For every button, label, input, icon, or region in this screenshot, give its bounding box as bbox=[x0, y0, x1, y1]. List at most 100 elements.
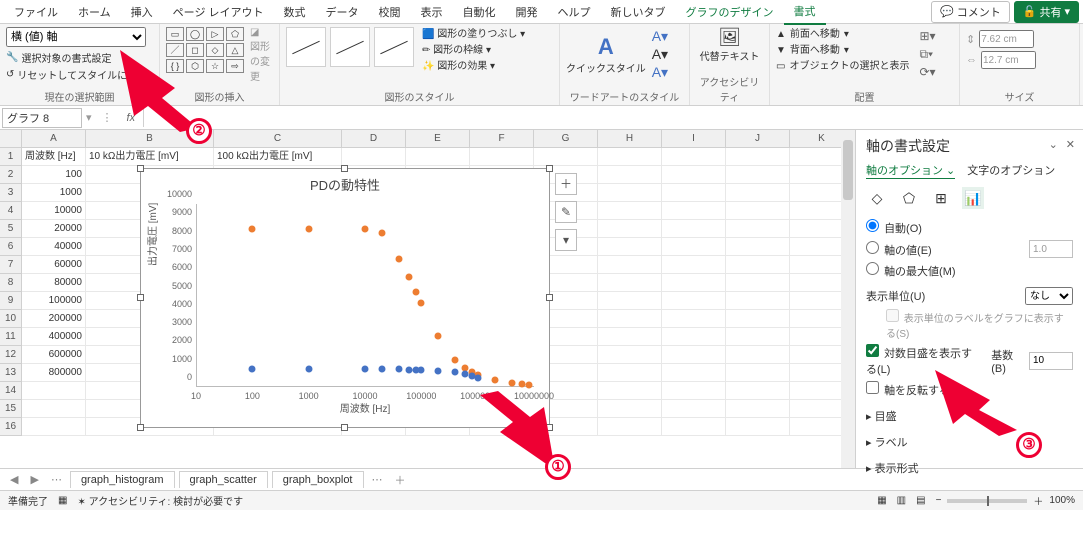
row-header[interactable]: 4 bbox=[0, 202, 22, 220]
row-header[interactable]: 8 bbox=[0, 274, 22, 292]
cell[interactable] bbox=[662, 292, 726, 310]
col-G[interactable]: G bbox=[534, 130, 598, 147]
cell[interactable] bbox=[598, 238, 662, 256]
cell[interactable] bbox=[22, 382, 86, 400]
data-point[interactable] bbox=[452, 356, 459, 363]
cell[interactable] bbox=[662, 400, 726, 418]
cell[interactable] bbox=[726, 256, 790, 274]
fx-icon[interactable]: fx bbox=[119, 112, 144, 124]
cell[interactable]: 100 kΩ出力電圧 [mV] bbox=[214, 148, 342, 166]
wa-effect-button[interactable]: A▾ bbox=[652, 63, 668, 81]
tab-format[interactable]: 書式 bbox=[784, 0, 826, 25]
tab-help[interactable]: ヘルプ bbox=[548, 0, 601, 24]
data-point[interactable] bbox=[508, 380, 515, 387]
cell[interactable] bbox=[598, 256, 662, 274]
reset-style-button[interactable]: ↺ リセットしてスタイルに合 bbox=[6, 66, 153, 83]
change-shape-button[interactable]: ◪図形の変更 bbox=[250, 27, 273, 83]
data-point[interactable] bbox=[474, 374, 481, 381]
cell[interactable] bbox=[534, 148, 598, 166]
cell[interactable]: 20000 bbox=[22, 220, 86, 238]
resize-handle[interactable] bbox=[341, 424, 348, 431]
cell[interactable] bbox=[726, 148, 790, 166]
cell[interactable] bbox=[662, 328, 726, 346]
tab-file[interactable]: ファイル bbox=[4, 0, 68, 24]
sheet-nav-more[interactable]: ⋯ bbox=[47, 473, 66, 486]
sheet-tab-more[interactable]: ⋯ bbox=[368, 473, 387, 486]
cell[interactable] bbox=[726, 418, 790, 436]
resize-handle[interactable] bbox=[546, 294, 553, 301]
row-header[interactable]: 16 bbox=[0, 418, 22, 436]
col-A[interactable]: A bbox=[22, 130, 86, 147]
sheet-add[interactable]: ＋ bbox=[391, 472, 410, 488]
status-macro-icon[interactable]: ▦ bbox=[58, 495, 67, 506]
data-point[interactable] bbox=[525, 381, 532, 388]
data-point[interactable] bbox=[395, 255, 402, 262]
select-all[interactable] bbox=[0, 130, 22, 147]
chart-filter-button[interactable]: ▾ bbox=[555, 229, 577, 251]
cell[interactable] bbox=[598, 184, 662, 202]
row-header[interactable]: 11 bbox=[0, 328, 22, 346]
alt-text-button[interactable]: 🖼 代替テキスト bbox=[696, 27, 763, 63]
base-input[interactable] bbox=[1029, 352, 1073, 370]
cell[interactable] bbox=[726, 202, 790, 220]
resize-handle[interactable] bbox=[546, 165, 553, 172]
shape-style-gallery[interactable] bbox=[286, 27, 414, 75]
shape-border-button[interactable]: ✏ 図形の枠線 ▾ bbox=[422, 43, 525, 59]
display-unit-select[interactable]: なし bbox=[1025, 287, 1073, 305]
col-C[interactable]: C bbox=[214, 130, 342, 147]
quick-style-button[interactable]: A クイックスタイル bbox=[566, 34, 646, 75]
cell[interactable] bbox=[726, 238, 790, 256]
cell[interactable] bbox=[662, 184, 726, 202]
sheet-tab[interactable]: graph_scatter bbox=[179, 471, 268, 488]
cell[interactable] bbox=[726, 328, 790, 346]
check-unitlabel[interactable]: 表示単位のラベルをグラフに表示する(S) bbox=[886, 309, 1073, 340]
tab-auto[interactable]: 自動化 bbox=[453, 0, 506, 24]
cell[interactable] bbox=[22, 418, 86, 436]
comments-button[interactable]: 💬 コメント bbox=[931, 1, 1010, 23]
pane-dropdown[interactable]: ⌄ bbox=[1049, 138, 1058, 151]
cell[interactable] bbox=[726, 364, 790, 382]
cell[interactable] bbox=[406, 148, 470, 166]
col-E[interactable]: E bbox=[406, 130, 470, 147]
data-point[interactable] bbox=[462, 371, 469, 378]
wa-fill-button[interactable]: A▾ bbox=[652, 27, 668, 45]
row-header[interactable]: 13 bbox=[0, 364, 22, 382]
cell[interactable]: 1000 bbox=[22, 184, 86, 202]
resize-handle[interactable] bbox=[137, 165, 144, 172]
row-header[interactable]: 6 bbox=[0, 238, 22, 256]
cell[interactable] bbox=[662, 364, 726, 382]
status-accessibility[interactable]: ✶ アクセシビリティ: 検討が必要です bbox=[77, 493, 243, 508]
pane-icon-fill[interactable]: ◇ bbox=[866, 187, 888, 209]
cell[interactable] bbox=[726, 220, 790, 238]
cell[interactable] bbox=[726, 184, 790, 202]
formula-input[interactable] bbox=[143, 108, 1081, 127]
cell[interactable]: 60000 bbox=[22, 256, 86, 274]
sec-tickmarks[interactable]: ▸ 目盛 bbox=[866, 408, 1073, 424]
col-D[interactable]: D bbox=[342, 130, 406, 147]
wa-outline-button[interactable]: A▾ bbox=[652, 45, 668, 63]
tab-data[interactable]: データ bbox=[316, 0, 369, 24]
chart-elements-button[interactable]: ＋ bbox=[555, 173, 577, 195]
cell[interactable] bbox=[662, 238, 726, 256]
align-button[interactable]: ⊞▾ bbox=[919, 27, 935, 45]
data-point[interactable] bbox=[249, 225, 256, 232]
tab-dev[interactable]: 開発 bbox=[506, 0, 548, 24]
selection-dropdown[interactable]: 横 (値) 軸 bbox=[6, 27, 146, 47]
tab-view[interactable]: 表示 bbox=[411, 0, 453, 24]
row-header[interactable]: 12 bbox=[0, 346, 22, 364]
data-point[interactable] bbox=[362, 366, 369, 373]
height-input[interactable] bbox=[979, 30, 1034, 48]
radio-axisvalue[interactable]: 軸の値(E) bbox=[866, 241, 932, 258]
pane-icon-effects[interactable]: ⬠ bbox=[898, 187, 920, 209]
cell[interactable] bbox=[598, 310, 662, 328]
rotate-button[interactable]: ⟳▾ bbox=[919, 63, 935, 81]
cell[interactable]: 40000 bbox=[22, 238, 86, 256]
data-point[interactable] bbox=[362, 225, 369, 232]
data-point[interactable] bbox=[412, 288, 419, 295]
col-H[interactable]: H bbox=[598, 130, 662, 147]
cell[interactable] bbox=[662, 382, 726, 400]
view-normal[interactable]: ▦ bbox=[877, 495, 886, 506]
sheet-tab[interactable]: graph_boxplot bbox=[272, 471, 364, 488]
tab-chartdesign[interactable]: グラフのデザイン bbox=[676, 0, 784, 24]
cell[interactable]: 周波数 [Hz] bbox=[22, 148, 86, 166]
